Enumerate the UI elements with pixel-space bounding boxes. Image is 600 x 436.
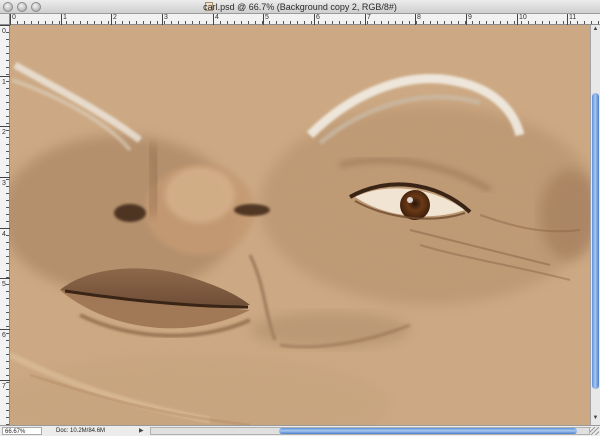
horizontal-scrollbar[interactable] [150,427,590,435]
ruler-label: 10 [519,14,527,21]
ruler-label: 3 [164,14,168,21]
ruler-tick [517,14,518,25]
ruler-label: 9 [468,14,472,21]
ruler-tick [0,228,10,229]
ruler-tick [0,76,10,77]
zoom-level-field[interactable]: 66.67% [2,427,42,435]
ruler-tick [0,329,10,330]
ruler-tick [111,14,112,25]
status-menu-arrow-icon[interactable]: ▶ [139,427,147,435]
ruler-label: 7 [2,383,6,390]
vertical-ruler[interactable]: 0 1 2 3 4 5 6 7 [0,25,10,425]
document-size-info[interactable]: Doc: 10.2M/84.6M [56,427,136,435]
ruler-label: 1 [63,14,67,21]
ruler-tick [0,278,10,279]
horizontal-ruler[interactable]: 0 1 2 3 4 5 6 7 8 9 10 11 [10,14,600,25]
ruler-tick [263,14,264,25]
ruler-label: 3 [2,180,6,187]
ruler-tick [0,126,10,127]
ruler-tick [365,14,366,25]
ruler-origin[interactable] [0,14,10,25]
ruler-label: 0 [12,14,16,21]
ruler-tick [466,14,467,25]
ruler-label: 5 [265,14,269,21]
canvas-artwork [10,25,590,425]
horizontal-scroll-thumb[interactable] [279,428,577,434]
ruler-tick [0,177,10,178]
ruler-tick [10,14,11,25]
vertical-scrollbar[interactable]: ▲ ▼ [590,25,600,425]
scroll-down-arrow-icon[interactable]: ▼ [592,415,599,422]
ruler-tick [415,14,416,25]
ruler-label: 2 [2,129,6,136]
window-title: carl.psd @ 66.7% (Background copy 2, RGB… [203,2,397,12]
status-bar: 66.67% Doc: 10.2M/84.6M ▶ [0,425,600,436]
ruler-tick [567,14,568,25]
right-nostril [234,204,270,216]
ruler-label: 6 [316,14,320,21]
left-nostril [114,204,146,222]
vertical-scroll-thumb[interactable] [592,93,599,389]
document-canvas[interactable] [10,25,590,425]
ruler-label: 7 [367,14,371,21]
iris [400,190,430,220]
ruler-tick [213,14,214,25]
ruler-label: 8 [417,14,421,21]
ruler-label: 4 [2,231,6,238]
ruler-label: 1 [2,79,6,86]
ruler-label: 11 [569,14,577,21]
title-bar[interactable]: carl.psd @ 66.7% (Background copy 2, RGB… [0,0,600,14]
ruler-label: 5 [2,281,6,288]
ruler-tick [314,14,315,25]
scroll-up-arrow-icon[interactable]: ▲ [592,26,599,33]
ruler-label: 2 [113,14,117,21]
ruler-tick [162,14,163,25]
ruler-label: 4 [215,14,219,21]
ruler-tick [61,14,62,25]
ruler-label: 6 [2,332,6,339]
ruler-label: 0 [2,28,6,35]
resize-grip-icon[interactable] [590,427,599,435]
ruler-tick [0,25,10,26]
ruler-tick [0,380,10,381]
